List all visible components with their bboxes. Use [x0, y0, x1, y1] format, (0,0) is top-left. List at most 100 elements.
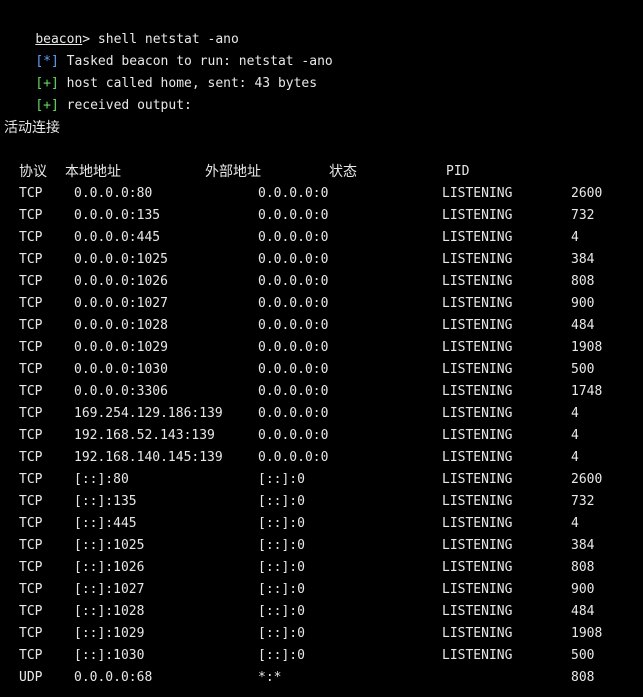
- table-row: TCP [::]:135 [::]:0 LISTENING 732: [0, 491, 643, 513]
- protocol-cell: TCP: [19, 208, 43, 223]
- pid-cell: 500: [571, 362, 595, 377]
- local-address-cell: [::]:135: [74, 494, 137, 509]
- foreign-address-cell: 0.0.0.0:0: [258, 296, 329, 311]
- table-row: TCP [::]:445 [::]:0 LISTENING 4: [0, 513, 643, 535]
- table-row: TCP [::]:1029 [::]:0 LISTENING 1908: [0, 623, 643, 645]
- pid-cell: 900: [571, 296, 595, 311]
- message-line-checkin: [+] host called home, sent: 43 bytes: [4, 51, 317, 91]
- foreign-address-cell: 0.0.0.0:0: [258, 186, 329, 201]
- foreign-address-cell: 0.0.0.0:0: [258, 384, 329, 399]
- pid-cell: 900: [571, 582, 595, 597]
- pid-cell: 384: [571, 252, 595, 267]
- protocol-cell: TCP: [19, 384, 43, 399]
- protocol-cell: TCP: [19, 428, 43, 443]
- table-row: TCP [::]:80 [::]:0 LISTENING 2600: [0, 469, 643, 491]
- message-text: received output:: [58, 98, 192, 113]
- state-cell: LISTENING: [442, 208, 513, 223]
- table-row: TCP 192.168.52.143:139 0.0.0.0:0 LISTENING 4: [0, 425, 643, 447]
- protocol-cell: TCP: [19, 494, 43, 509]
- state-cell: LISTENING: [442, 516, 513, 531]
- foreign-address-cell: 0.0.0.0:0: [258, 318, 329, 333]
- state-cell: LISTENING: [442, 472, 513, 487]
- beacon-console[interactable]: beacon> shell netstat -ano [*] Tasked be…: [0, 0, 643, 697]
- local-address-cell: 0.0.0.0:135: [74, 208, 161, 223]
- command-line: beacon> shell netstat -ano: [4, 7, 239, 47]
- local-address-cell: [::]:1030: [74, 648, 145, 663]
- pid-cell: 808: [571, 560, 595, 575]
- pid-cell: 4: [571, 406, 579, 421]
- protocol-cell: TCP: [19, 516, 43, 531]
- foreign-address-cell: 0.0.0.0:0: [258, 252, 329, 267]
- protocol-cell: TCP: [19, 450, 43, 465]
- foreign-address-cell: 0.0.0.0:0: [258, 428, 329, 443]
- state-cell: LISTENING: [442, 362, 513, 377]
- local-address-cell: [::]:1028: [74, 604, 145, 619]
- table-row: TCP 0.0.0.0:135 0.0.0.0:0 LISTENING 732: [0, 205, 643, 227]
- local-address-cell: [::]:80: [74, 472, 129, 487]
- table-row: TCP 192.168.140.145:139 0.0.0.0:0 LISTENING…: [0, 447, 643, 469]
- pid-cell: 4: [571, 516, 579, 531]
- local-address-cell: 169.254.129.186:139: [74, 406, 223, 421]
- table-row: TCP 0.0.0.0:1030 0.0.0.0:0 LISTENING 500: [0, 359, 643, 381]
- protocol-cell: UDP: [19, 670, 43, 685]
- table-row: TCP [::]:1026 [::]:0 LISTENING 808: [0, 557, 643, 579]
- foreign-address-cell: [::]:0: [258, 472, 305, 487]
- foreign-address-cell: [::]:0: [258, 494, 305, 509]
- foreign-address-cell: 0.0.0.0:0: [258, 208, 329, 223]
- state-cell: LISTENING: [442, 450, 513, 465]
- state-cell: LISTENING: [442, 648, 513, 663]
- state-cell: LISTENING: [442, 230, 513, 245]
- local-address-cell: 0.0.0.0:1026: [74, 274, 168, 289]
- pid-cell: 2600: [571, 472, 603, 487]
- state-cell: LISTENING: [442, 252, 513, 267]
- local-address-cell: 0.0.0.0:1029: [74, 340, 168, 355]
- local-address-cell: 0.0.0.0:3306: [74, 384, 168, 399]
- state-cell: LISTENING: [442, 604, 513, 619]
- local-address-cell: [::]:1025: [74, 538, 145, 553]
- foreign-address-cell: [::]:0: [258, 582, 305, 597]
- local-address-cell: 0.0.0.0:1030: [74, 362, 168, 377]
- local-address-cell: 0.0.0.0:80: [74, 186, 153, 201]
- header-local-address: 本地地址: [65, 164, 121, 180]
- protocol-cell: TCP: [19, 560, 43, 575]
- foreign-address-cell: 0.0.0.0:0: [258, 450, 329, 465]
- protocol-cell: TCP: [19, 296, 43, 311]
- local-address-cell: [::]:445: [74, 516, 137, 531]
- protocol-cell: TCP: [19, 318, 43, 333]
- foreign-address-cell: [::]:0: [258, 538, 305, 553]
- pid-cell: 4: [571, 230, 579, 245]
- protocol-cell: TCP: [19, 252, 43, 267]
- local-address-cell: 0.0.0.0:1028: [74, 318, 168, 333]
- pid-cell: 484: [571, 318, 595, 333]
- foreign-address-cell: [::]:0: [258, 516, 305, 531]
- header-proto: 协议: [19, 164, 47, 180]
- table-row: TCP [::]:1025 [::]:0 LISTENING 384: [0, 535, 643, 557]
- table-row: TCP [::]:1028 [::]:0 LISTENING 484: [0, 601, 643, 623]
- foreign-address-cell: *:*: [258, 670, 282, 685]
- pid-cell: 500: [571, 648, 595, 663]
- header-foreign-address: 外部地址: [205, 164, 261, 180]
- pid-cell: 384: [571, 538, 595, 553]
- local-address-cell: 0.0.0.0:1025: [74, 252, 168, 267]
- pid-cell: 732: [571, 208, 595, 223]
- table-row: TCP 0.0.0.0:1025 0.0.0.0:0 LISTENING 384: [0, 249, 643, 271]
- state-cell: LISTENING: [442, 428, 513, 443]
- foreign-address-cell: 0.0.0.0:0: [258, 362, 329, 377]
- foreign-address-cell: [::]:0: [258, 560, 305, 575]
- pid-cell: 2600: [571, 186, 603, 201]
- foreign-address-cell: [::]:0: [258, 604, 305, 619]
- protocol-cell: TCP: [19, 582, 43, 597]
- state-cell: LISTENING: [442, 318, 513, 333]
- message-line-tasked: [*] Tasked beacon to run: netstat -ano: [4, 29, 332, 69]
- header-pid: PID: [446, 164, 470, 179]
- local-address-cell: [::]:1026: [74, 560, 145, 575]
- state-cell: LISTENING: [442, 582, 513, 597]
- pid-cell: 732: [571, 494, 595, 509]
- foreign-address-cell: [::]:0: [258, 648, 305, 663]
- table-row: TCP 0.0.0.0:1029 0.0.0.0:0 LISTENING 1908: [0, 337, 643, 359]
- foreign-address-cell: 0.0.0.0:0: [258, 230, 329, 245]
- pid-cell: 1908: [571, 626, 603, 641]
- local-address-cell: 0.0.0.0:1027: [74, 296, 168, 311]
- state-cell: LISTENING: [442, 340, 513, 355]
- state-cell: LISTENING: [442, 186, 513, 201]
